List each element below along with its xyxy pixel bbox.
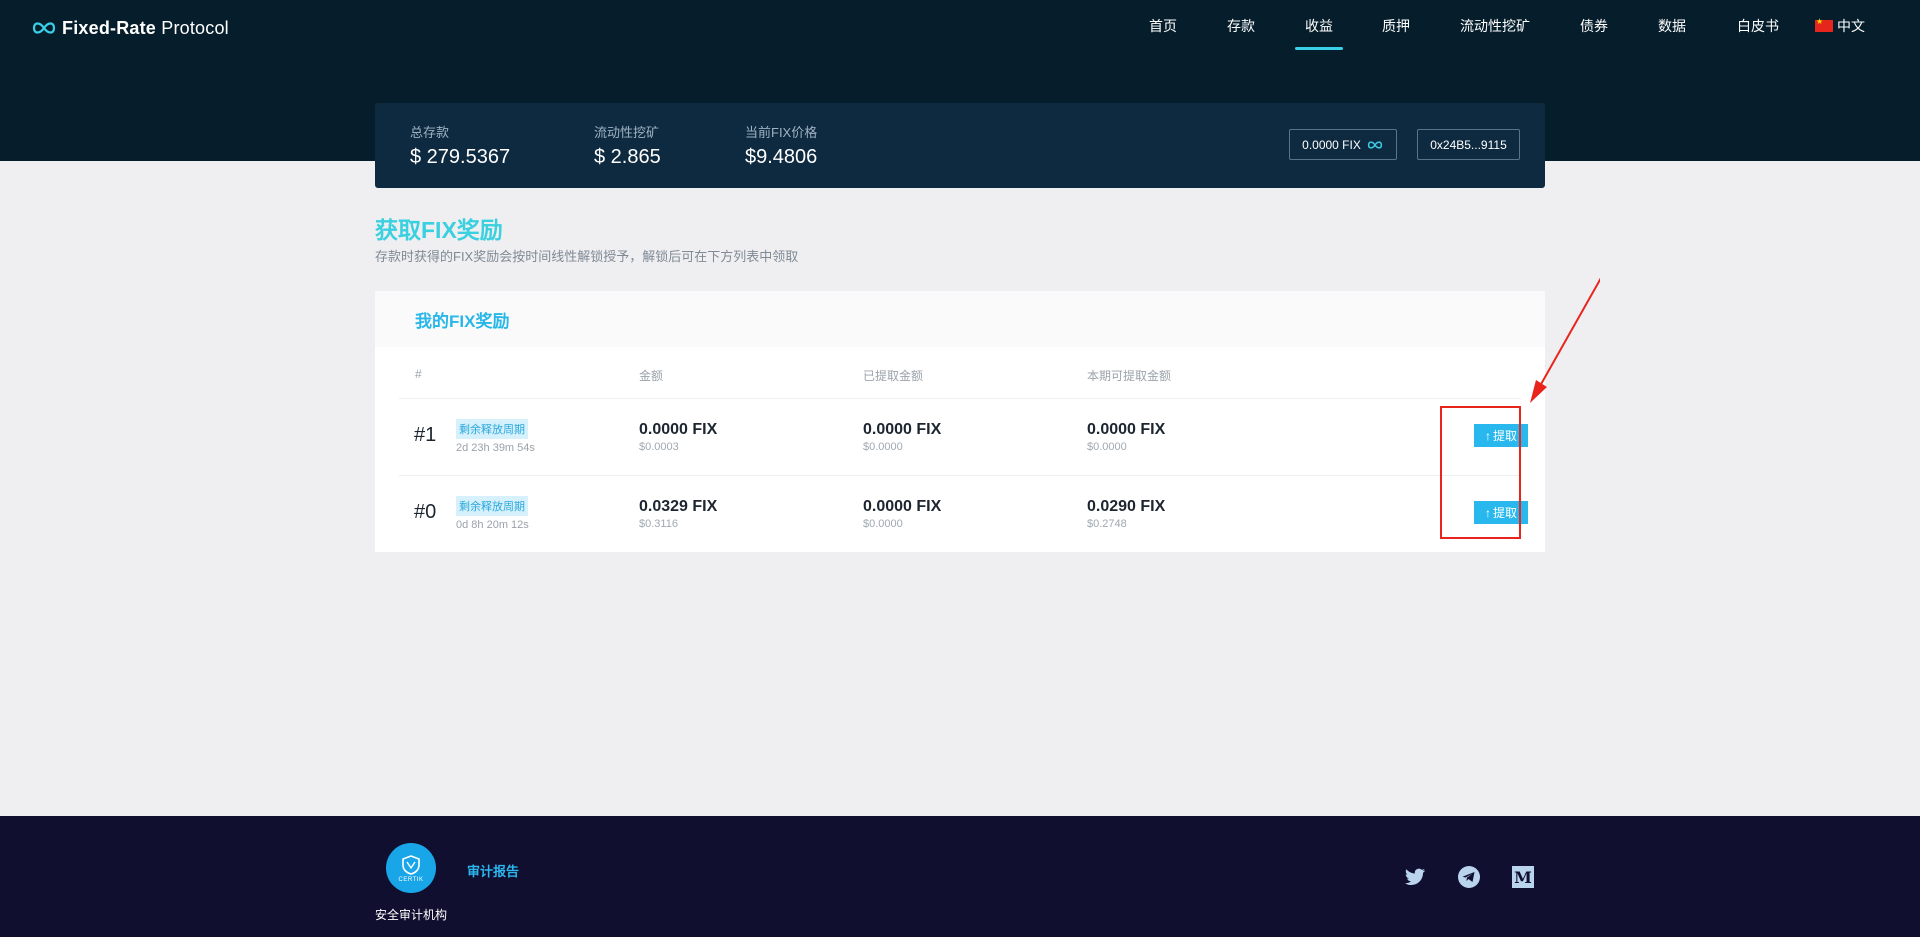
- page-title: 获取FIX奖励: [375, 217, 503, 243]
- countdown: 2d 23h 39m 54s: [456, 442, 535, 454]
- nav-item-data[interactable]: 数据: [1658, 16, 1686, 36]
- card-header: 我的FIX奖励: [375, 291, 1545, 347]
- claimable-cell: 0.0000 FIX $0.0000: [1087, 421, 1165, 453]
- nav-item-liquidity-mining[interactable]: 流动性挖矿: [1460, 16, 1530, 36]
- withdrawn-value: 0.0000 FIX: [863, 421, 942, 438]
- audit-org-label: 安全审计机构: [375, 908, 448, 922]
- stat-label: 总存款: [410, 125, 450, 140]
- row-index: #0: [414, 501, 437, 523]
- withdrawn-cell: 0.0000 FIX $0.0000: [863, 498, 941, 530]
- column-header-claimable: 本期可提取金额: [1087, 369, 1172, 383]
- stat-liquidity-mining: 流动性挖矿 $ 2.865: [594, 122, 661, 169]
- column-header-index: #: [415, 367, 422, 381]
- medium-icon[interactable]: M: [1511, 865, 1535, 889]
- amount-cell: 0.0000 FIX $0.0003: [639, 421, 717, 453]
- telegram-icon[interactable]: [1457, 865, 1481, 889]
- column-header-amount: 金额: [639, 369, 664, 383]
- amount-usd: $0.0003: [639, 441, 679, 453]
- twitter-icon[interactable]: [1403, 865, 1427, 889]
- claimable-usd: $0.2748: [1087, 518, 1127, 530]
- nav-item-whitepaper[interactable]: 白皮书: [1737, 16, 1779, 36]
- stat-value: $ 2.865: [594, 146, 661, 168]
- nav-item-staking[interactable]: 质押: [1382, 16, 1410, 36]
- stat-value: $ 279.5367: [410, 146, 511, 168]
- amount-value: 0.0329 FIX: [639, 498, 718, 515]
- countdown: 0d 8h 20m 12s: [456, 519, 529, 531]
- language-selector[interactable]: 中文: [1815, 16, 1865, 36]
- amount-value: 0.0000 FIX: [639, 421, 718, 438]
- china-flag-icon: [1815, 17, 1833, 32]
- claimable-value: 0.0000 FIX: [1087, 421, 1166, 438]
- footer: CERTIK 审计报告 安全审计机构 M: [0, 816, 1920, 937]
- rewards-card: 我的FIX奖励 # 金额 已提取金额 本期可提取金额 #1 剩余释放周期 2d …: [375, 291, 1545, 552]
- annotation-arrow: [1530, 277, 1600, 403]
- fix-balance-value: 0.0000 FIX: [1302, 137, 1361, 152]
- stat-fix-price: 当前FIX价格 $9.4806: [745, 122, 817, 169]
- table-row: #0 剩余释放周期 0d 8h 20m 12s 0.0329 FIX $0.31…: [399, 475, 1528, 552]
- stat-value: $9.4806: [745, 146, 818, 168]
- withdrawn-usd: $0.0000: [863, 518, 903, 530]
- nav-item-bonds[interactable]: 债券: [1580, 16, 1608, 36]
- claimable-value: 0.0290 FIX: [1087, 498, 1166, 515]
- main-nav: 首页 存款 收益 质押 流动性挖矿 债券 数据 白皮书 中文: [0, 0, 1920, 52]
- stat-label: 当前FIX价格: [745, 125, 818, 140]
- stat-total-deposit: 总存款 $ 279.5367: [410, 122, 510, 169]
- wallet-address-button[interactable]: 0x24B5...9115: [1417, 129, 1520, 160]
- amount-usd: $0.3116: [639, 518, 678, 530]
- page-subtitle: 存款时获得的FIX奖励会按时间线性解锁授予，解锁后可在下方列表中领取: [375, 249, 799, 264]
- language-label: 中文: [1837, 18, 1865, 34]
- withdrawn-cell: 0.0000 FIX $0.0000: [863, 421, 941, 453]
- stats-bar: 总存款 $ 279.5367 流动性挖矿 $ 2.865 当前FIX价格 $9.…: [375, 103, 1545, 188]
- audit-report-link[interactable]: 审计报告: [467, 861, 519, 880]
- annotation-highlight-box: [1440, 406, 1521, 539]
- withdrawn-value: 0.0000 FIX: [863, 498, 942, 515]
- certik-logo[interactable]: CERTIK: [386, 843, 436, 893]
- nav-item-home[interactable]: 首页: [1149, 16, 1177, 36]
- release-period-tag: 剩余释放周期: [456, 496, 528, 516]
- shield-icon: [402, 854, 420, 875]
- table-row: #1 剩余释放周期 2d 23h 39m 54s 0.0000 FIX $0.0…: [399, 398, 1528, 475]
- amount-cell: 0.0329 FIX $0.3116: [639, 498, 717, 530]
- column-header-withdrawn: 已提取金额: [863, 369, 924, 383]
- infinity-icon: [1367, 140, 1382, 149]
- nav-item-earnings[interactable]: 收益: [1295, 16, 1343, 50]
- svg-text:M: M: [1514, 868, 1532, 887]
- nav-item-deposit[interactable]: 存款: [1227, 16, 1255, 36]
- claimable-usd: $0.0000: [1087, 441, 1127, 453]
- release-period-tag: 剩余释放周期: [456, 419, 528, 439]
- certik-label: CERTIK: [398, 876, 424, 883]
- card-title: 我的FIX奖励: [415, 311, 510, 331]
- claimable-cell: 0.0290 FIX $0.2748: [1087, 498, 1165, 530]
- withdrawn-usd: $0.0000: [863, 441, 903, 453]
- row-index: #1: [414, 424, 437, 446]
- fix-balance-button[interactable]: 0.0000 FIX: [1289, 129, 1397, 160]
- stat-label: 流动性挖矿: [594, 125, 660, 140]
